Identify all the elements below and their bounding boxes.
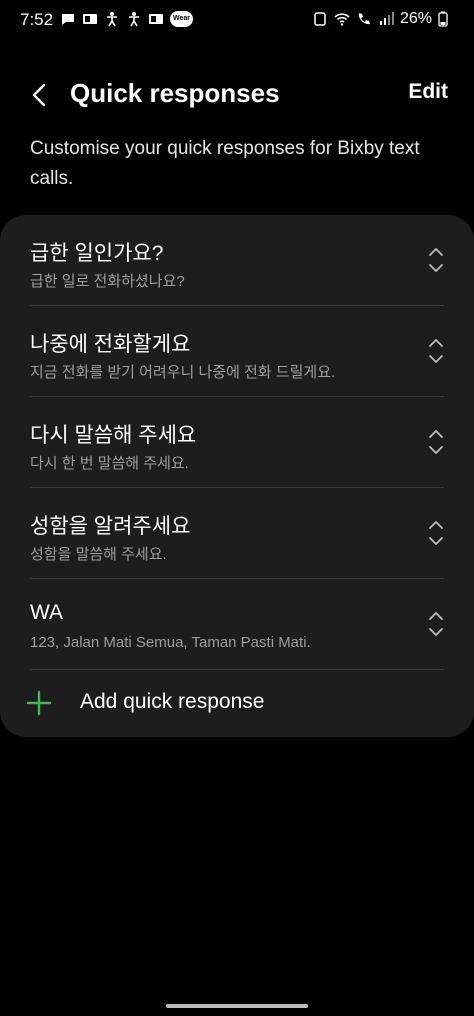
message-icon xyxy=(60,11,76,27)
reorder-handle-icon[interactable] xyxy=(426,609,446,639)
add-quick-response-label: Add quick response xyxy=(80,690,265,713)
response-item[interactable]: 다시 말씀해 주세요 다시 한 번 말씀해 주세요. xyxy=(0,397,474,487)
responses-card: 급한 일인가요? 급한 일로 전화하셨나요? 나중에 전화할게요 지금 전화를 … xyxy=(0,215,474,737)
wear-icon: Wear xyxy=(170,11,193,27)
page-title: Quick responses xyxy=(70,78,280,108)
response-subtitle: 123, Jalan Mati Semua, Taman Pasti Mati. xyxy=(30,634,311,651)
edit-button[interactable]: Edit xyxy=(408,80,448,104)
response-item[interactable]: WA 123, Jalan Mati Semua, Taman Pasti Ma… xyxy=(0,579,474,669)
response-title: 성함을 알려주세요 xyxy=(30,515,191,538)
accessibility-icon xyxy=(104,11,120,27)
wifi-calling-icon xyxy=(356,11,372,27)
response-title: 급한 일인가요? xyxy=(30,242,164,265)
home-indicator[interactable] xyxy=(166,1004,308,1008)
app-header: Quick responses Edit xyxy=(0,70,474,120)
response-item[interactable]: 급한 일인가요? 급한 일로 전화하셨나요? xyxy=(0,215,474,305)
reorder-handle-icon[interactable] xyxy=(426,518,446,548)
response-title: 다시 말씀해 주세요 xyxy=(30,424,197,447)
response-item[interactable]: 나중에 전화할게요 지금 전화를 받기 어려우니 나중에 전화 드릴게요. xyxy=(0,306,474,396)
response-subtitle: 급한 일로 전화하셨나요? xyxy=(30,273,185,290)
alarm-icon xyxy=(312,11,328,27)
back-button[interactable] xyxy=(26,80,56,110)
reorder-handle-icon[interactable] xyxy=(426,427,446,457)
reorder-handle-icon[interactable] xyxy=(426,245,446,275)
signal-icon xyxy=(378,11,394,27)
battery-percent: 26% xyxy=(399,10,432,27)
response-subtitle: 다시 한 번 말씀해 주세요. xyxy=(30,455,189,472)
status-bar: 7:52 Wear 26% xyxy=(0,0,474,40)
add-quick-response-button[interactable]: Add quick response xyxy=(0,670,474,737)
page-description: Customise your quick responses for Bixby… xyxy=(30,138,420,189)
response-item[interactable]: 성함을 알려주세요 성함을 말씀해 주세요. xyxy=(0,488,474,578)
accessibility-icon xyxy=(126,11,142,27)
response-title: 나중에 전화할게요 xyxy=(30,333,191,356)
battery-icon xyxy=(438,11,454,27)
response-subtitle: 성함을 말씀해 주세요. xyxy=(30,546,167,563)
wifi-icon xyxy=(334,11,350,27)
notification-icons: Wear xyxy=(60,11,193,27)
reorder-handle-icon[interactable] xyxy=(426,336,446,366)
outlook-icon xyxy=(82,11,98,27)
system-icons: 26% xyxy=(312,10,454,28)
plus-icon xyxy=(26,690,52,716)
status-time: 7:52 xyxy=(20,10,54,29)
response-title: WA xyxy=(30,601,64,624)
outlook-icon xyxy=(148,11,164,27)
back-arrow-icon xyxy=(32,83,46,107)
response-subtitle: 지금 전화를 받기 어려우니 나중에 전화 드릴게요. xyxy=(30,364,336,381)
